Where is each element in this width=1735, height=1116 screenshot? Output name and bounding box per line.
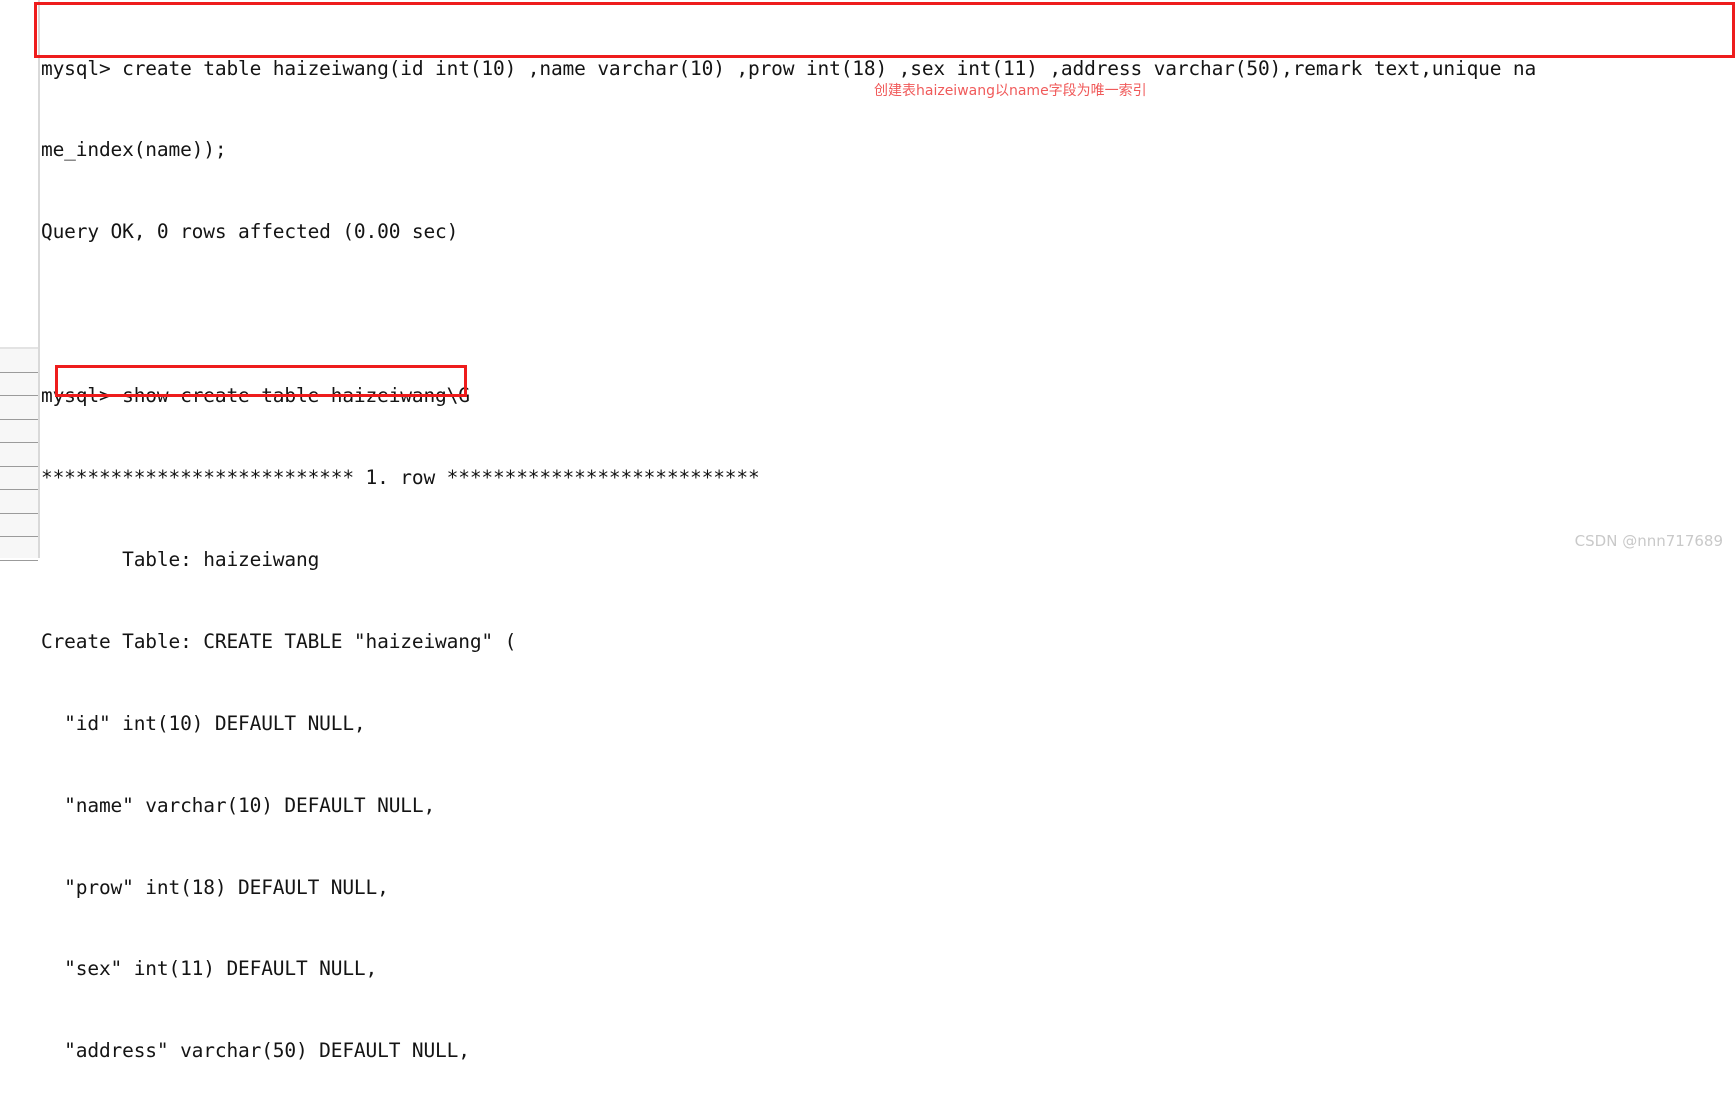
gutter-row [0,467,38,490]
terminal-line-cmd-show-create: mysql> show create table haizeiwang\G [41,384,470,408]
terminal-line-col-address: "address" varchar(50) DEFAULT NULL, [41,1039,470,1063]
terminal-line-col-sex: "sex" int(11) DEFAULT NULL, [41,957,378,981]
terminal-line-col-prow: "prow" int(18) DEFAULT NULL, [41,875,389,899]
annotation-create-note: 创建表haizeiwang以name字段为唯一索引 [874,83,1147,99]
terminal-line-col-id: "id" int(10) DEFAULT NULL, [41,711,366,735]
terminal-line-field-table: Table: haizeiwang [41,547,320,571]
watermark-label: CSDN @nnn717689 [1574,532,1723,550]
gutter-row-strip [0,347,38,561]
left-gutter [0,0,38,561]
gutter-row [0,396,38,420]
gutter-row [0,420,38,443]
terminal-line-field-create-table: Create Table: CREATE TABLE "haizeiwang" … [41,629,517,653]
terminal-line-cmd-create-table-wrap: me_index(name)); [41,138,227,162]
terminal-line-result-query-ok: Query OK, 0 rows affected (0.00 sec) [41,220,459,244]
gutter-row [0,537,38,561]
gutter-row [0,514,38,537]
terminal-line-col-name: "name" varchar(10) DEFAULT NULL, [41,793,436,817]
gutter-row [0,349,38,373]
terminal-line-cmd-create-table: mysql> create table haizeiwang(id int(10… [41,56,1537,80]
gutter-row [0,490,38,514]
gutter-divider [38,0,40,558]
gutter-row [0,373,38,396]
terminal-line-blank-1 [41,300,1735,327]
gutter-row [0,443,38,467]
terminal-line-row-separator: *************************** 1. row *****… [41,466,760,490]
